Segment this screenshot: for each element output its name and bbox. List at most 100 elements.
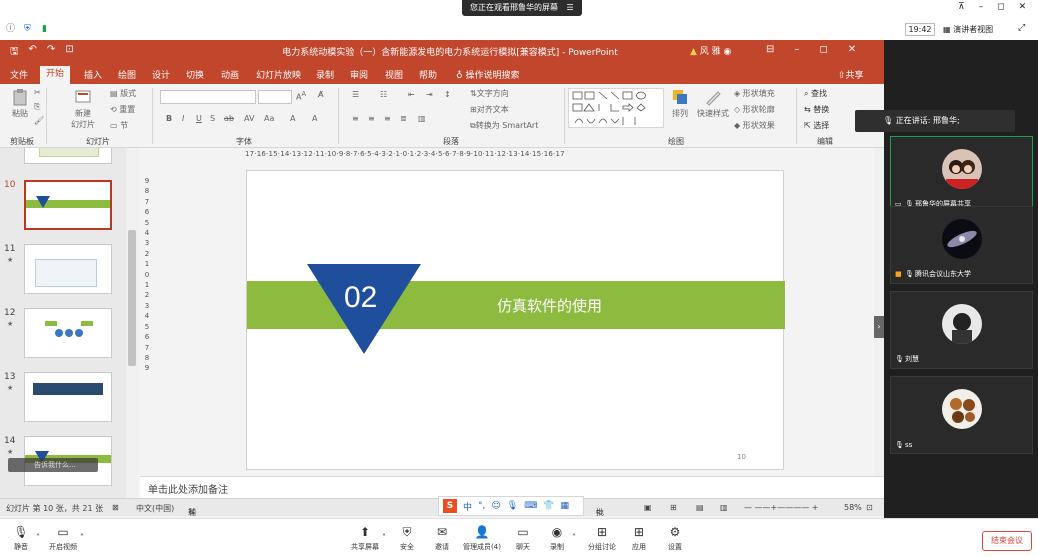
video-tile[interactable]: 🎙刘慧 <box>890 291 1033 369</box>
settings-button[interactable]: ⚙ 设置 <box>664 525 686 552</box>
cut-icon[interactable]: ✂ <box>34 88 41 97</box>
undo-icon[interactable]: ↶ <box>29 44 37 61</box>
shape-outline-button[interactable]: ◇ 形状轮廓 <box>734 104 775 115</box>
chevron-up-icon[interactable]: ˄ <box>572 533 576 542</box>
thumbnail-scrollbar[interactable] <box>126 148 138 498</box>
shadow-icon[interactable]: S <box>210 114 215 123</box>
align-right-icon[interactable]: ≡ <box>384 114 391 123</box>
breakout-button[interactable]: ⊞ 分组讨论 <box>586 525 618 552</box>
ime-toolbar[interactable]: S 中 °, ☺ 🎙 ⌨ 👕 ▦ <box>438 496 584 516</box>
align-left-icon[interactable]: ≡ <box>352 114 359 123</box>
user-account[interactable]: ▲ 风 雅 ◉ <box>690 44 731 57</box>
chat-button[interactable]: ▭ 聊天 <box>512 525 534 552</box>
copy-icon[interactable]: ⎘ <box>34 102 40 112</box>
indent-decrease-icon[interactable]: ⇤ <box>408 90 415 99</box>
font-name-input[interactable] <box>160 90 256 104</box>
mute-button[interactable]: 🎙 静音 <box>10 525 32 552</box>
collapse-arrow-icon[interactable]: › <box>874 316 884 338</box>
keyboard-icon[interactable]: ⌨ <box>524 501 537 511</box>
menu-icon[interactable]: ☰ <box>567 0 574 16</box>
video-button[interactable]: ▭ 开启视频 <box>46 525 80 552</box>
spellcheck-icon[interactable]: ⊠ <box>112 503 119 512</box>
change-case-icon[interactable]: Aa <box>264 114 274 123</box>
align-center-icon[interactable]: ≡ <box>368 114 375 123</box>
shape-effect-button[interactable]: ◆ 形状效果 <box>734 120 775 131</box>
fit-window-icon[interactable]: ⊡ <box>866 503 873 512</box>
apps-button[interactable]: ⊞ 应用 <box>628 525 650 552</box>
scroll-thumb[interactable] <box>128 230 136 366</box>
search-overlay[interactable]: 告诉我什么... <box>8 458 98 472</box>
find-button[interactable]: ⌕ 查找 <box>804 88 827 99</box>
share-screen-button[interactable]: ⬆ 共享屏幕 <box>348 525 382 552</box>
language[interactable]: 中文(中国) <box>136 503 174 514</box>
ribbon-display-icon[interactable]: ⊟ <box>766 44 774 55</box>
reset-button[interactable]: ⟲ 重置 <box>110 104 135 115</box>
fullscreen-icon[interactable]: ⤢ <box>1018 23 1025 33</box>
tab-insert[interactable]: 插入 <box>84 68 102 81</box>
emoji-icon[interactable]: ☺ <box>491 501 500 511</box>
save-icon[interactable]: 🖫 <box>10 44 19 61</box>
normal-view-icon[interactable]: ▣ <box>644 503 652 512</box>
invite-button[interactable]: ✉ 邀请 <box>430 525 454 552</box>
tab-help[interactable]: 帮助 <box>419 68 437 81</box>
slide-thumbnail[interactable] <box>24 308 112 358</box>
tab-design[interactable]: 设计 <box>152 68 170 81</box>
tab-animations[interactable]: 动画 <box>221 68 239 81</box>
maximize-icon[interactable]: ◻ <box>819 44 827 55</box>
video-tile[interactable]: ■ 🎙腾讯会议山东大学 <box>890 206 1033 284</box>
zoom-slider[interactable]: — ——+———— + <box>744 503 819 512</box>
bold-icon[interactable]: B <box>166 114 172 123</box>
skin-icon[interactable]: 👕 <box>543 501 554 511</box>
arrange-button[interactable]: 排列 <box>668 88 692 119</box>
clear-format-icon[interactable]: A̸ <box>318 90 323 99</box>
grow-font-icon[interactable]: AA <box>296 90 306 102</box>
tab-slideshow[interactable]: 幻灯片放映 <box>256 68 301 81</box>
slide-thumbnail[interactable] <box>24 244 112 294</box>
tab-view[interactable]: 视图 <box>385 68 403 81</box>
tools-icon[interactable]: ▦ <box>560 501 569 511</box>
chevron-up-icon[interactable]: ˄ <box>36 533 40 542</box>
indent-increase-icon[interactable]: ⇥ <box>426 90 433 99</box>
tab-record[interactable]: 录制 <box>316 68 334 81</box>
close-icon[interactable]: ✕ <box>1019 2 1027 12</box>
quick-styles-button[interactable]: 快速样式 <box>696 88 730 119</box>
present-icon[interactable]: ⊡ <box>65 44 73 61</box>
shield-icon[interactable]: ⛨ <box>24 24 34 34</box>
video-tile[interactable]: ▭ 🎙邢鲁华的屏幕共享 <box>890 136 1033 214</box>
slide-thumbnail-selected[interactable] <box>24 180 112 230</box>
manage-members-button[interactable]: 👤 管理成员(4) <box>462 525 502 552</box>
numbering-icon[interactable]: ☷ <box>380 90 387 99</box>
replace-button[interactable]: ⇆ 替换 <box>804 104 829 115</box>
end-meeting-button[interactable]: 结束会议 <box>982 531 1032 551</box>
share-button[interactable]: ⇧共享 <box>838 68 864 81</box>
char-spacing-icon[interactable]: AV <box>244 114 254 123</box>
tell-me-search[interactable]: ♁ 操作说明搜索 <box>456 68 519 81</box>
bullets-icon[interactable]: ☰ <box>352 90 359 99</box>
paste-button[interactable]: 粘贴 <box>6 88 34 119</box>
reading-view-icon[interactable]: ▤ <box>696 503 704 512</box>
tab-home[interactable]: 开始 <box>40 66 71 84</box>
layout-button[interactable]: ▤ 版式 <box>110 88 136 99</box>
video-tile[interactable]: 🎙ss <box>890 376 1033 454</box>
info-icon[interactable]: ⓘ <box>6 24 16 34</box>
tab-file[interactable]: 文件 <box>10 68 28 81</box>
close-icon[interactable]: ✕ <box>848 44 856 55</box>
zoom-level[interactable]: 58% <box>844 503 862 512</box>
thumbnail-pane[interactable]: 10 11 ★ 12 ★ 13 ★ 14 ★ <box>0 148 126 498</box>
smartart-button[interactable]: ⧉转换为 SmartArt <box>470 120 538 131</box>
slide-thumbnail[interactable] <box>24 148 112 164</box>
align-text-button[interactable]: ⊞对齐文本 <box>470 104 509 115</box>
view-switch[interactable]: ▦ 演讲者视图 <box>943 23 993 36</box>
minimize-icon[interactable]: – <box>794 44 799 55</box>
select-button[interactable]: ⇱ 选择 <box>804 120 829 131</box>
text-direction-button[interactable]: ⇅文字方向 <box>470 88 509 99</box>
format-painter-icon[interactable]: 🖌 <box>34 116 44 125</box>
section-button[interactable]: ▭ 节 <box>110 120 128 131</box>
slide-canvas[interactable]: 02 仿真软件的使用 10 <box>246 170 785 470</box>
ime-mode[interactable]: 中 <box>463 500 472 513</box>
slide-thumbnail[interactable] <box>24 372 112 422</box>
slide-sorter-icon[interactable]: ⊞ <box>670 503 677 512</box>
punctuation-icon[interactable]: °, <box>478 501 485 511</box>
font-size-input[interactable] <box>258 90 292 104</box>
tab-draw[interactable]: 绘图 <box>118 68 136 81</box>
